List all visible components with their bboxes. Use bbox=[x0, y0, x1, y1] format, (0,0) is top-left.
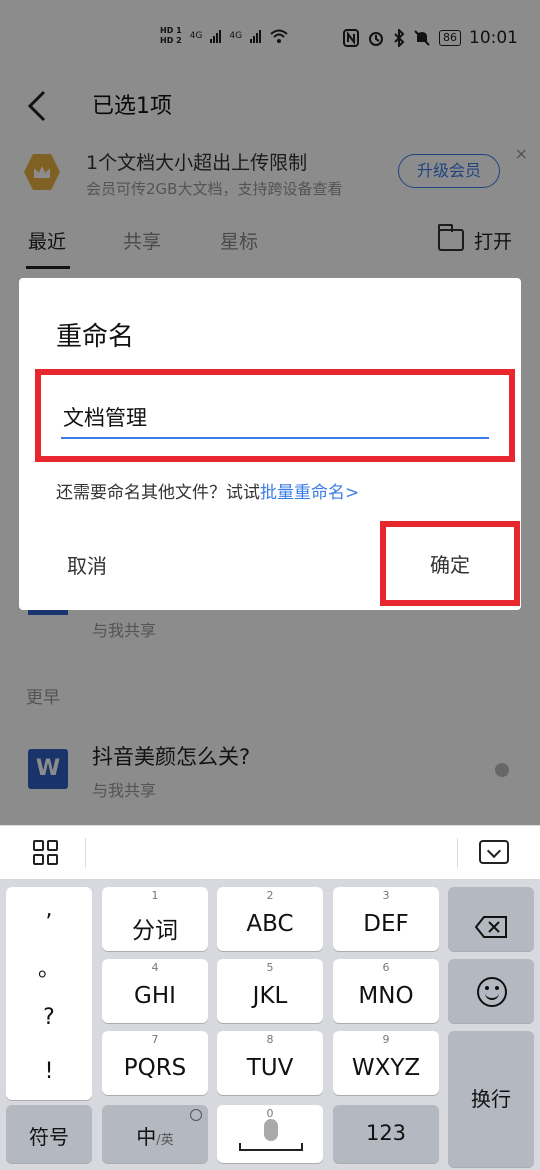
lang-alt: /英 bbox=[156, 1133, 174, 1148]
backspace-key[interactable] bbox=[448, 887, 534, 951]
rename-dialog: 重命名 还需要命名其他文件？试试批量重命名> 取消 确定 bbox=[19, 278, 521, 610]
key-label: MNO bbox=[358, 983, 414, 1009]
numeric-key[interactable]: 123 bbox=[333, 1105, 439, 1163]
key-number: 9 bbox=[382, 1033, 390, 1046]
key-6[interactable]: 6 MNO bbox=[333, 959, 439, 1023]
key-comma[interactable]: , bbox=[6, 897, 92, 922]
dialog-title: 重命名 bbox=[56, 322, 135, 352]
enter-label: 换行 bbox=[471, 1087, 511, 1111]
key-label: JKL bbox=[252, 983, 288, 1009]
language-key[interactable]: 中/英 bbox=[102, 1105, 208, 1163]
key-number: 2 bbox=[266, 889, 274, 902]
key-8[interactable]: 8 TUV bbox=[217, 1031, 323, 1095]
keyboard-collapse-icon[interactable] bbox=[479, 840, 509, 864]
numeric-label: 123 bbox=[365, 1121, 407, 1145]
microphone-icon bbox=[264, 1119, 278, 1141]
key-exclamation[interactable]: ! bbox=[6, 1059, 92, 1084]
key-1[interactable]: 1 分词 bbox=[102, 887, 208, 951]
language-label: 中/英 bbox=[102, 1121, 208, 1150]
key-question[interactable]: ? bbox=[6, 1005, 92, 1030]
key-number: 7 bbox=[151, 1033, 159, 1046]
key-9[interactable]: 9 WXYZ bbox=[333, 1031, 439, 1095]
batch-rename-link[interactable]: 批量重命名> bbox=[260, 483, 359, 503]
cancel-button[interactable]: 取消 bbox=[67, 550, 107, 579]
keyboard: , 。 ? ! 1 分词 2 ABC 3 DEF 4 GHI 5 JKL 6 M… bbox=[0, 879, 540, 1170]
key-7[interactable]: 7 PQRS bbox=[102, 1031, 208, 1095]
key-label: WXYZ bbox=[351, 1055, 421, 1081]
enter-key[interactable]: 换行 bbox=[448, 1031, 534, 1167]
toolbar-divider bbox=[85, 838, 86, 868]
space-key[interactable]: 0 bbox=[217, 1105, 323, 1163]
toolbar-divider bbox=[457, 838, 458, 868]
key-number: 1 bbox=[151, 889, 159, 902]
key-number: 8 bbox=[266, 1033, 274, 1046]
punctuation-column: , 。 ? ! bbox=[6, 887, 92, 1100]
key-label: 分词 bbox=[132, 918, 178, 944]
key-label: DEF bbox=[363, 911, 409, 937]
key-label: PQRS bbox=[123, 1055, 187, 1081]
key-3[interactable]: 3 DEF bbox=[333, 887, 439, 951]
globe-icon bbox=[190, 1109, 202, 1121]
key-label: GHI bbox=[134, 983, 176, 1009]
symbol-key[interactable]: 符号 bbox=[6, 1105, 92, 1163]
grid-menu-icon[interactable] bbox=[33, 840, 59, 866]
batch-rename-hint: 还需要命名其他文件？试试批量重命名> bbox=[56, 478, 359, 503]
key-4[interactable]: 4 GHI bbox=[102, 959, 208, 1023]
backspace-icon bbox=[474, 916, 507, 938]
symbol-label: 符号 bbox=[29, 1125, 69, 1149]
key-number: 3 bbox=[382, 889, 390, 902]
emoji-key[interactable] bbox=[448, 959, 534, 1023]
key-5[interactable]: 5 JKL bbox=[217, 959, 323, 1023]
confirm-button[interactable]: 确定 bbox=[386, 527, 514, 600]
key-period[interactable]: 。 bbox=[6, 951, 92, 983]
lang-main: 中 bbox=[136, 1125, 157, 1149]
key-number: 5 bbox=[266, 961, 274, 974]
key-number: 6 bbox=[382, 961, 390, 974]
key-2[interactable]: 2 ABC bbox=[217, 887, 323, 951]
input-highlight-frame bbox=[35, 369, 515, 462]
confirm-highlight-frame: 确定 bbox=[380, 521, 520, 606]
key-label: ABC bbox=[246, 911, 294, 937]
key-label: TUV bbox=[246, 1055, 294, 1081]
emoji-icon bbox=[477, 977, 507, 1007]
keyboard-toolbar bbox=[0, 825, 540, 879]
space-icon bbox=[239, 1143, 303, 1151]
key-number: 4 bbox=[151, 961, 159, 974]
rename-input[interactable] bbox=[61, 403, 489, 439]
hint-text: 还需要命名其他文件？试试 bbox=[56, 483, 260, 503]
